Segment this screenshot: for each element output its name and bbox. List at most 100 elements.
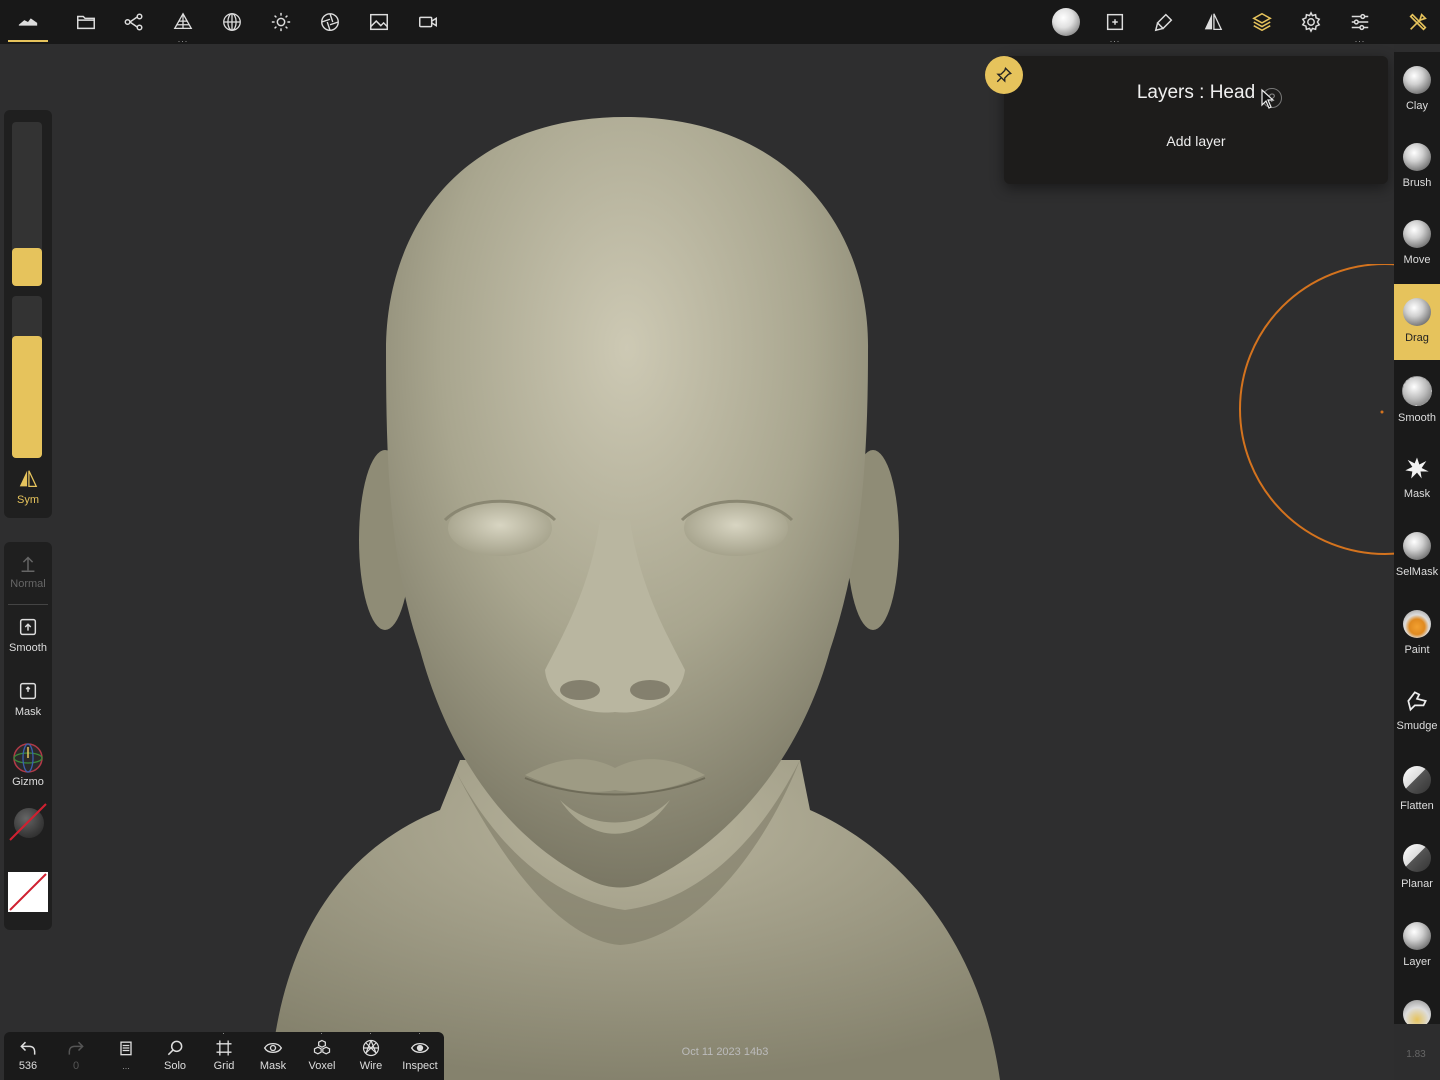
tool-clay[interactable]: Clay	[1394, 52, 1440, 128]
tool-smudge[interactable]: Smudge	[1394, 674, 1440, 750]
normal-button[interactable]: Normal	[4, 552, 52, 590]
tool-layer[interactable]: Layer	[1394, 908, 1440, 984]
sym-label: Sym	[17, 494, 39, 506]
tool-drag[interactable]: Drag	[1394, 284, 1440, 360]
head-model[interactable]	[0, 44, 1394, 1080]
pin-panel-button[interactable]	[985, 56, 1023, 94]
image-icon[interactable]	[363, 6, 395, 38]
light-icon[interactable]	[265, 6, 297, 38]
radius-slider-fill	[12, 248, 42, 286]
paint-tool-icon	[1403, 610, 1431, 638]
planar-tool-icon	[1403, 844, 1431, 872]
tool-move[interactable]: Move	[1394, 206, 1440, 282]
brush-tool-icon	[1403, 143, 1431, 171]
brush-settings-group: Sym	[4, 110, 52, 518]
tool-smooth[interactable]: Smooth	[1394, 362, 1440, 438]
tool-selmask[interactable]: SelMask	[1394, 518, 1440, 594]
video-camera-icon[interactable]	[412, 6, 444, 38]
bottom-toolbar: 536 0 ... Solo · Grid Mask · Voxel · Wir…	[4, 1029, 444, 1080]
move-tool-icon	[1403, 220, 1431, 248]
tool-planar[interactable]: Planar	[1394, 830, 1440, 906]
no-color-slash-icon	[9, 873, 47, 911]
clay-tool-icon	[1403, 66, 1431, 94]
next-tool-icon	[1403, 1000, 1431, 1024]
version-label: 1.83	[1406, 1049, 1426, 1060]
smudge-finger-icon	[1407, 691, 1427, 712]
scene-graph-icon[interactable]	[118, 6, 150, 38]
tool-paint[interactable]: Paint	[1394, 596, 1440, 672]
tool-brush[interactable]: Brush	[1394, 129, 1440, 205]
selmask-tool-icon	[1403, 532, 1431, 560]
flatten-tool-icon	[1403, 766, 1431, 794]
nomad-logo-icon[interactable]	[12, 6, 44, 38]
voxel-cubes-icon	[313, 1039, 331, 1055]
layer-tool-icon	[1403, 922, 1431, 950]
smooth-button[interactable]: Smooth	[4, 616, 52, 654]
camera-lens-icon[interactable]	[314, 6, 346, 38]
gizmo-button[interactable]: Gizmo	[4, 742, 52, 788]
undo-button[interactable]: 536	[4, 1034, 52, 1078]
undo-count: 536	[18, 1060, 38, 1072]
layers-title-text: Layers : Head	[1136, 82, 1256, 103]
smooth-label: Smooth	[9, 642, 47, 654]
eye-icon	[263, 1042, 283, 1054]
gizmo-icon	[13, 743, 43, 773]
intensity-slider[interactable]	[12, 296, 42, 458]
grid-label: Grid	[213, 1060, 235, 1072]
tool-next-partial[interactable]	[1394, 986, 1440, 1024]
history-stack-icon	[120, 1041, 132, 1056]
sliders-icon[interactable]: ...	[1344, 6, 1376, 44]
mask-toggle-button[interactable]: Mask	[249, 1034, 297, 1078]
tool-label: Smudge	[1396, 720, 1438, 732]
redo-icon	[68, 1041, 84, 1055]
material-sphere-icon[interactable]	[216, 6, 248, 38]
search-icon	[167, 1040, 183, 1056]
normal-label: Normal	[10, 578, 46, 590]
date-label: Oct 11 2023 14b3	[681, 1046, 769, 1058]
inspect-button[interactable]: · Inspect	[396, 1029, 444, 1078]
voxel-button[interactable]: · Voxel	[298, 1029, 346, 1078]
tool-mask[interactable]: Mask	[1394, 440, 1440, 516]
frame-icon[interactable]: ...	[1099, 6, 1131, 44]
tool-label: Smooth	[1398, 412, 1436, 424]
mask-label: Mask	[14, 706, 42, 718]
tool-label: Clay	[1405, 100, 1428, 112]
redo-button[interactable]: 0	[52, 1034, 100, 1078]
layers-icon[interactable]	[1246, 6, 1278, 38]
grid-button[interactable]: · Grid	[200, 1029, 248, 1078]
material-preview-icon[interactable]	[1050, 6, 1082, 38]
add-layer-button[interactable]: Add layer	[1112, 128, 1280, 154]
topology-icon[interactable]: ...	[167, 6, 199, 44]
tool-label: Paint	[1404, 644, 1430, 656]
layers-panel: Layers : Head ? Add layer	[1004, 56, 1388, 184]
inspect-eye-icon	[410, 1042, 430, 1054]
tool-flatten[interactable]: Flatten	[1394, 752, 1440, 828]
folder-icon[interactable]	[70, 6, 102, 38]
symmetry-icon[interactable]	[1197, 6, 1229, 38]
gizmo-label: Gizmo	[12, 776, 44, 788]
history-button[interactable]: ...	[102, 1034, 150, 1078]
material-sphere-button[interactable]	[8, 802, 48, 842]
wire-label: Wire	[359, 1060, 383, 1072]
tool-label: Move	[1403, 254, 1431, 266]
color-swatch-button[interactable]	[8, 872, 48, 912]
wire-button[interactable]: · Wire	[347, 1029, 395, 1078]
mask-splat-icon	[1405, 457, 1429, 479]
top-toolbar: ... ... ...	[0, 0, 1440, 44]
active-tab-indicator	[8, 40, 48, 42]
smooth-shortcut-icon	[19, 618, 37, 636]
sym-toggle[interactable]: Sym	[4, 468, 52, 506]
radius-slider[interactable]	[12, 122, 42, 286]
solo-button[interactable]: Solo	[151, 1034, 199, 1078]
pin-icon	[996, 67, 1012, 83]
tools-icon[interactable]	[1402, 6, 1434, 38]
paint-brush-icon[interactable]	[1148, 6, 1180, 38]
drag-tool-icon	[1403, 298, 1431, 326]
mask-button[interactable]: Mask	[4, 680, 52, 718]
symmetry-icon	[19, 470, 38, 487]
mask-shortcut-icon	[19, 682, 37, 700]
layers-panel-title: Layers : Head	[1004, 82, 1388, 104]
3d-viewport[interactable]: Oct 11 2023 14b3 1.83	[0, 44, 1426, 1080]
solo-label: Solo	[163, 1060, 187, 1072]
settings-icon[interactable]	[1295, 6, 1327, 38]
